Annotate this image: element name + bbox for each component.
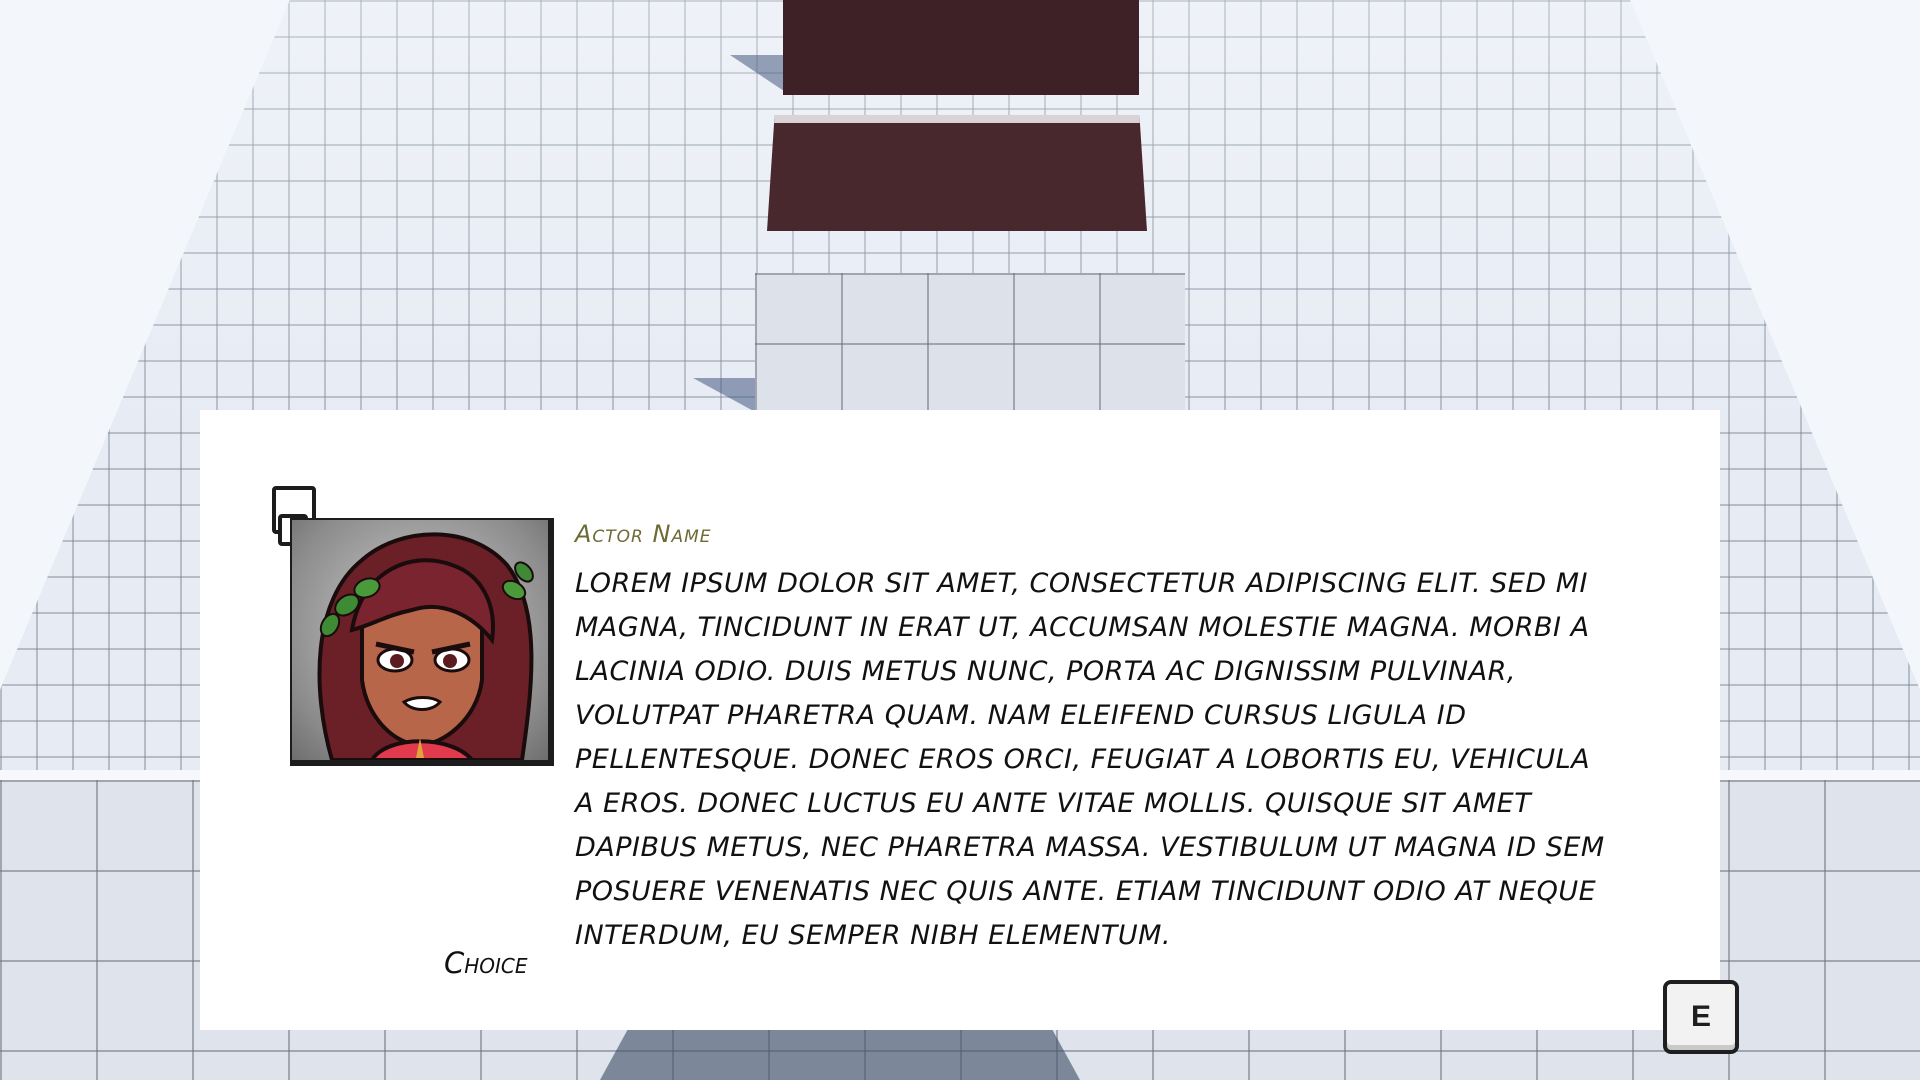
character-portrait-drawing xyxy=(317,532,534,760)
actor-name: Actor Name xyxy=(575,520,712,548)
light-block xyxy=(755,273,1185,413)
dark-ramp xyxy=(767,115,1147,231)
dark-block xyxy=(783,0,1139,95)
continue-key-button[interactable]: E xyxy=(1663,980,1739,1054)
character-portrait-icon xyxy=(292,520,548,760)
dialogue-text: Lorem ipsum dolor sit amet, consectetur … xyxy=(575,568,1605,951)
choice-option[interactable]: Choice xyxy=(444,946,528,980)
